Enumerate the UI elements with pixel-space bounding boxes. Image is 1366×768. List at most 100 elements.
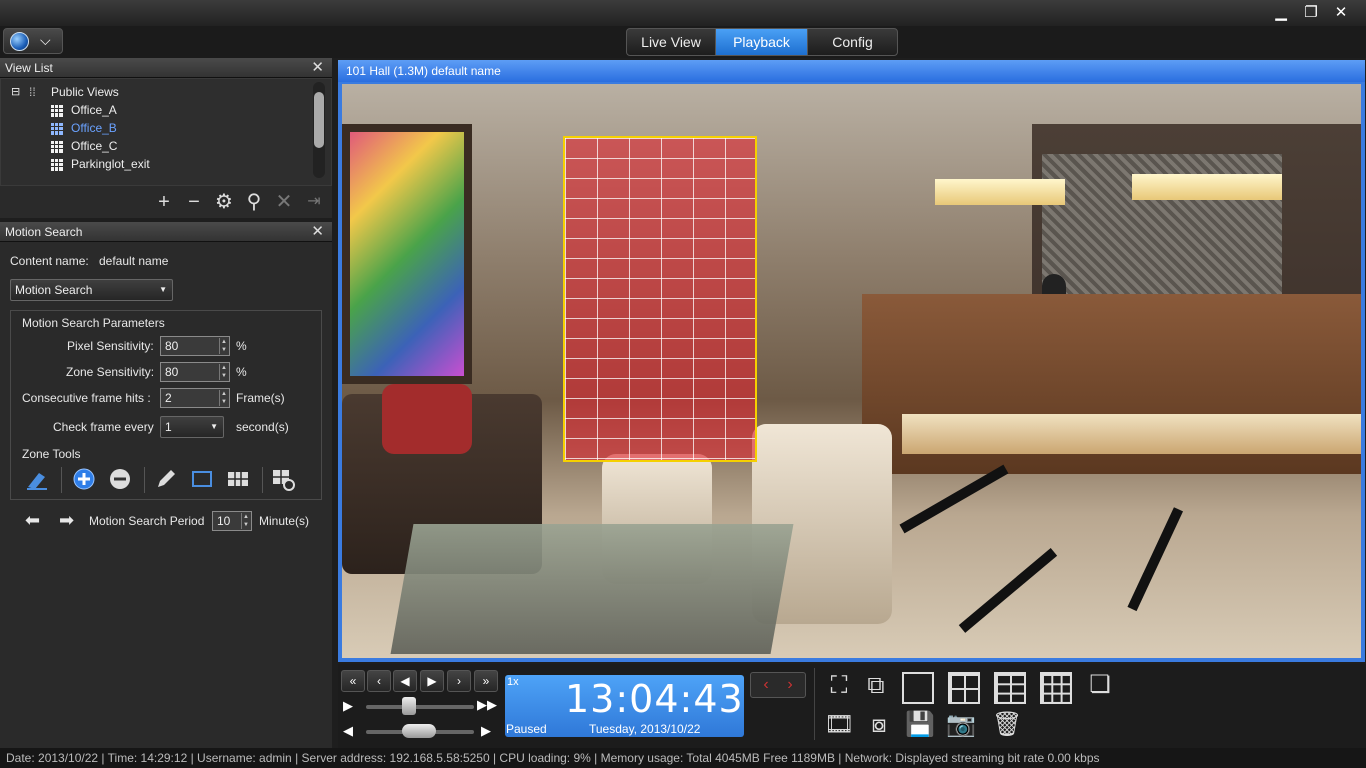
zone-sensitivity-value: 80 [165,365,179,379]
video-frame: 101 Hall (1.3M) default name [338,60,1365,662]
remove-icon[interactable]: − [182,190,206,214]
search-mode-select[interactable]: Motion Search ▼ [10,279,173,301]
clock: 13:04:43 [565,677,744,721]
add-zone-icon[interactable] [72,467,96,491]
play-button[interactable]: ▶ [420,670,444,692]
period-spinner[interactable]: 10 ▲ ▼ [212,511,252,531]
camera-view[interactable] [342,84,1361,658]
consecutive-hits-value: 2 [165,391,172,405]
tab-config[interactable]: Config [808,29,897,55]
trash-icon[interactable]: 🗑 [992,710,1022,740]
restore-button[interactable]: ❐ [1300,4,1322,22]
close-icon[interactable]: ✕ [311,58,324,78]
gear-icon[interactable]: ⚙ [212,190,236,214]
view-grid-icon [51,141,63,153]
time-display: 1x 13:04:43 Paused Tuesday, 2013/10/22 [505,675,744,737]
fast-speed-icon[interactable]: ▶▶ [477,697,497,713]
step-back-icon[interactable]: ◀ [343,723,353,739]
scene-floor-line [899,464,1009,534]
tools-icon[interactable]: ✕ [272,190,296,214]
check-frame-select[interactable]: 1 ▼ [160,416,224,438]
jog-slider-thumb[interactable] [402,724,436,738]
motion-search-title: Motion Search [5,225,83,239]
tree-item-parkinglot-exit[interactable]: Parkinglot_exit [71,156,150,172]
pixel-sensitivity-spinner[interactable]: 80 ▲ ▼ [160,336,230,356]
film-export-icon[interactable]: ⧇ [864,710,894,740]
fast-forward-button[interactable]: » [474,670,498,692]
camera-snapshot-icon[interactable]: 📷 [946,710,976,740]
spinner-arrows-icon[interactable]: ▲ ▼ [219,338,228,354]
swap-view-icon[interactable]: ⧉ [861,671,891,701]
tree-item-office-b[interactable]: Office_B [71,120,117,136]
search-icon[interactable]: ⚲ [242,190,266,214]
layout-1p5-icon[interactable] [994,672,1026,704]
eraser-icon[interactable] [25,467,49,491]
tree-root-public-views[interactable]: Public Views [51,84,119,100]
speed-slider-thumb[interactable] [402,697,416,715]
next-button[interactable]: › [447,670,471,692]
zone-tools-label: Zone Tools [22,447,81,461]
scene-lamp [1132,174,1282,200]
views-folder-icon: ⁞⁞ [29,85,36,99]
tree-item-office-c[interactable]: Office_C [71,138,117,154]
fullscreen-icon[interactable]: ⛶ [824,671,854,701]
pencil-icon[interactable] [154,467,178,491]
layout-2x2-icon[interactable] [948,672,980,704]
view-list-scrollbar[interactable] [313,82,325,178]
previous-frame-icon[interactable]: ‹ [757,676,775,694]
view-list-header: View List ✕ [0,58,332,78]
view-grid-icon [51,159,63,171]
globe-menu-button[interactable]: ⌵ [3,28,63,54]
reverse-play-button[interactable]: ◀ [393,670,417,692]
motion-search-header: Motion Search ✕ [0,222,332,242]
add-icon[interactable]: + [152,190,176,214]
speed-slider[interactable] [366,705,474,709]
zone-settings-icon[interactable] [271,467,295,491]
spinner-arrows-icon[interactable]: ▲ ▼ [219,364,228,380]
grid-zone-icon[interactable] [226,467,250,491]
step-forward-icon[interactable]: ▶ [481,723,491,739]
playback-date: Tuesday, 2013/10/22 [589,722,701,736]
consecutive-hits-spinner[interactable]: 2 ▲ ▼ [160,388,230,408]
view-list-title: View List [5,61,53,75]
layout-cascade-icon[interactable]: ❏ [1085,670,1115,700]
toolbar-separator [262,467,263,493]
minimize-button[interactable]: ▁ [1270,4,1292,22]
params-title: Motion Search Parameters [22,316,165,330]
scrollbar-thumb[interactable] [314,92,324,148]
scene-pillow [382,384,472,454]
arrow-right-icon[interactable]: ➡ [59,510,74,531]
remove-zone-icon[interactable] [108,467,132,491]
zone-sensitivity-spinner[interactable]: 80 ▲ ▼ [160,362,230,382]
title-bar: ▁ ❐ ✕ [0,0,1366,26]
collapse-icon[interactable]: ⊟ [11,84,20,100]
motion-zone-overlay[interactable] [563,136,757,462]
film-clip-icon[interactable]: 🎞 [824,710,854,740]
dropdown-arrow-icon: ▼ [159,285,167,294]
layout-3x3-icon[interactable] [1040,672,1072,704]
dropdown-arrow-icon: ▼ [210,422,218,431]
previous-button[interactable]: ‹ [367,670,391,692]
slow-icon[interactable]: ▶ [343,698,353,714]
export-icon[interactable]: ⇥ [302,190,326,214]
save-video-icon[interactable]: 💾 [905,710,935,740]
check-frame-value: 1 [165,420,172,434]
spinner-arrows-icon[interactable]: ▲ ▼ [241,513,250,529]
close-button[interactable]: ✕ [1330,4,1352,22]
period-value: 10 [217,514,231,528]
tab-playback[interactable]: Playback [716,29,808,55]
tab-live-view[interactable]: Live View [627,29,716,55]
layout-1x1-icon[interactable] [902,672,934,704]
view-list-toolbar: + − ⚙ ⚲ ✕ ⇥ [0,186,332,218]
next-frame-icon[interactable]: › [781,676,799,694]
view-grid-icon [51,105,63,117]
rectangle-select-icon[interactable] [190,467,214,491]
fast-rewind-button[interactable]: « [341,670,365,692]
tree-item-office-a[interactable]: Office_A [71,102,117,118]
playback-status: Paused [506,722,547,736]
percent-label: % [236,365,247,379]
arrow-left-icon[interactable]: ⬅ [25,510,40,531]
toolbar-separator [61,467,62,493]
spinner-arrows-icon[interactable]: ▲ ▼ [219,390,228,406]
close-icon[interactable]: ✕ [311,222,324,242]
